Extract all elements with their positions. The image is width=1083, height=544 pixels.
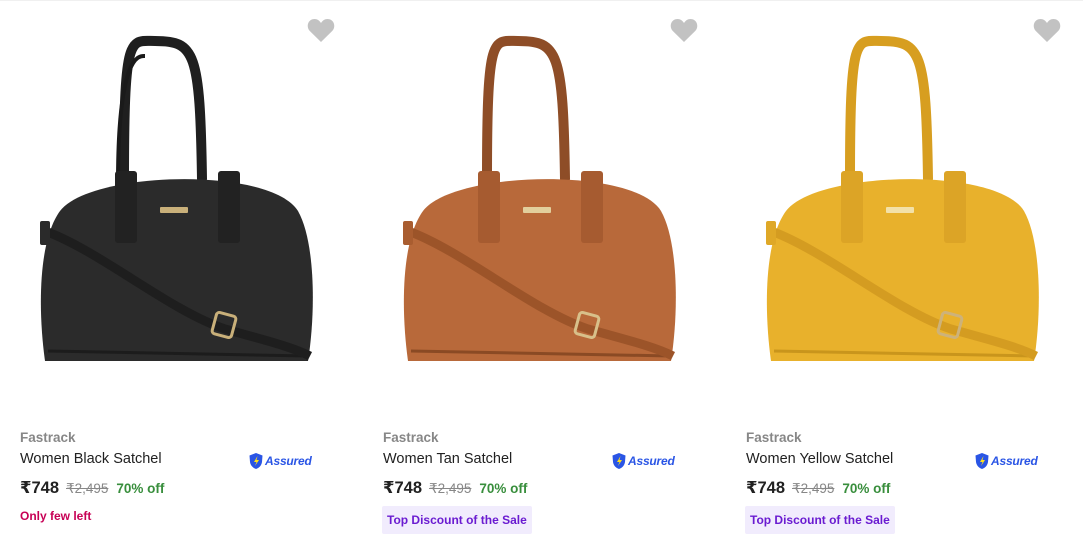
- promo-tag: Top Discount of the Sale: [745, 506, 895, 534]
- price-row: ₹748 ₹2,495 70% off: [20, 478, 164, 498]
- product-brand: Fastrack: [383, 430, 439, 445]
- product-title[interactable]: Women Yellow Satchel: [746, 451, 893, 467]
- discount-percent: 70% off: [479, 481, 528, 496]
- assured-label: Assured: [991, 454, 1038, 468]
- product-image[interactable]: [20, 11, 340, 401]
- product-brand: Fastrack: [20, 430, 76, 445]
- assured-label: Assured: [628, 454, 675, 468]
- wishlist-heart-icon[interactable]: [670, 17, 698, 43]
- original-price: ₹2,495: [429, 481, 472, 496]
- assured-shield-icon: [975, 453, 989, 469]
- price-row: ₹748 ₹2,495 70% off: [383, 478, 527, 498]
- selling-price: ₹748: [746, 479, 786, 497]
- assured-shield-icon: [612, 453, 626, 469]
- tan-satchel-image: [403, 35, 676, 361]
- stock-note: Only few left: [20, 509, 92, 523]
- product-title[interactable]: Women Tan Satchel: [383, 451, 512, 467]
- assured-badge: Assured: [611, 451, 675, 471]
- wishlist-heart-icon[interactable]: [307, 17, 335, 43]
- assured-badge: Assured: [248, 451, 312, 471]
- product-image[interactable]: [383, 11, 703, 401]
- promo-tag: Top Discount of the Sale: [382, 506, 532, 534]
- selling-price: ₹748: [20, 479, 60, 497]
- original-price: ₹2,495: [792, 481, 835, 496]
- product-card[interactable]: Fastrack Women Yellow Satchel Assured ₹7…: [726, 1, 1083, 544]
- assured-label: Assured: [265, 454, 312, 468]
- assured-shield-icon: [249, 453, 263, 469]
- product-image[interactable]: [746, 11, 1066, 401]
- discount-percent: 70% off: [842, 481, 891, 496]
- product-title[interactable]: Women Black Satchel: [20, 451, 162, 467]
- selling-price: ₹748: [383, 479, 423, 497]
- original-price: ₹2,495: [66, 481, 109, 496]
- yellow-satchel-image: [766, 35, 1039, 361]
- product-card[interactable]: Fastrack Women Tan Satchel Assured ₹748 …: [363, 1, 726, 544]
- product-brand: Fastrack: [746, 430, 802, 445]
- wishlist-heart-icon[interactable]: [1033, 17, 1061, 43]
- price-row: ₹748 ₹2,495 70% off: [746, 478, 890, 498]
- black-satchel-image: [40, 35, 313, 361]
- discount-percent: 70% off: [116, 481, 165, 496]
- assured-badge: Assured: [974, 451, 1038, 471]
- product-grid: Fastrack Women Black Satchel Assured ₹74…: [0, 1, 1083, 544]
- product-card[interactable]: Fastrack Women Black Satchel Assured ₹74…: [0, 1, 363, 544]
